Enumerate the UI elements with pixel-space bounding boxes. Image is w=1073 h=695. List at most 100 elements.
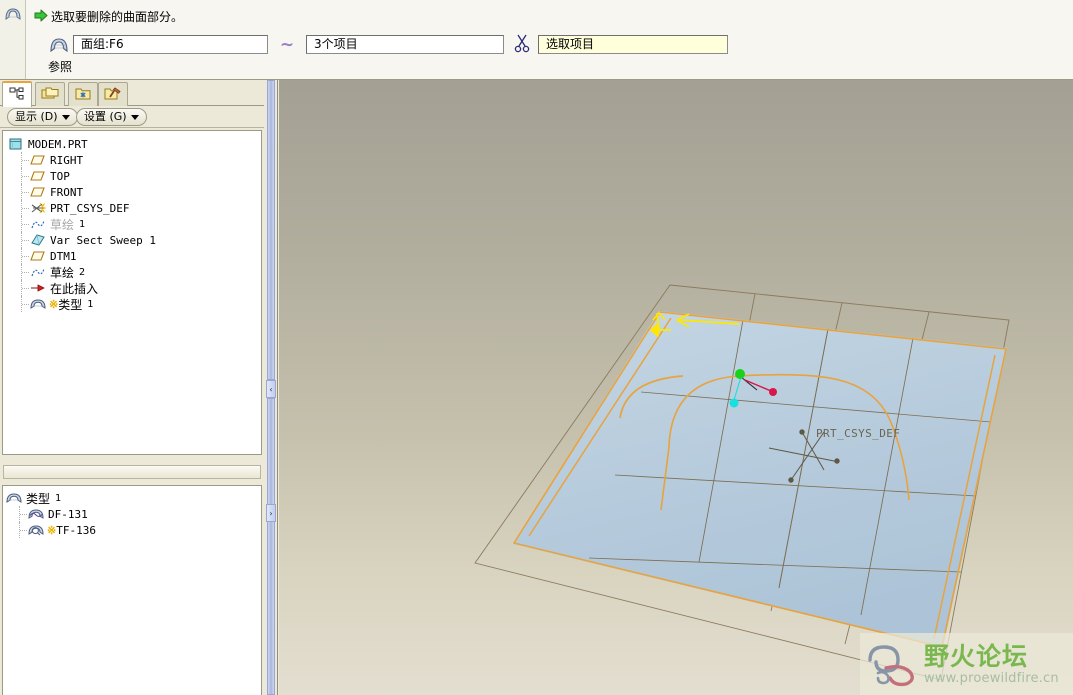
tree-item[interactable]: RIGHT <box>8 152 261 168</box>
chevron-down-icon <box>130 114 139 120</box>
navigator-button-bar: 显示 (D) 设置 (G) <box>0 106 264 128</box>
sketch-icon <box>30 265 46 279</box>
tree-item[interactable]: ※ 类型 1 <box>8 296 261 312</box>
tilde-icon: ∼ <box>279 34 295 55</box>
quilt-trim-icon <box>28 523 44 537</box>
panel-divider-strip[interactable] <box>3 465 261 479</box>
folder-hammer-icon <box>104 86 122 105</box>
tree-item-suffix: 2 <box>79 266 86 278</box>
tree-guide-line <box>21 184 30 200</box>
folder-star-icon <box>74 86 92 105</box>
insert-here-icon <box>30 281 46 295</box>
scissors-icon <box>512 33 532 56</box>
chevron-down-icon <box>61 114 70 120</box>
tree-item[interactable]: DTM1 <box>8 248 261 264</box>
collector-row: 面组:F6 ∼ 3个项目 选取项目 <box>48 33 728 56</box>
quilt-icon <box>4 5 22 26</box>
tree-item-label: MODEM.PRT <box>28 137 88 151</box>
tree-item[interactable]: Var Sect Sweep 1 <box>8 232 261 248</box>
tree-item[interactable]: DF-131 <box>6 506 261 522</box>
tree-item[interactable]: 草绘 1 <box>8 216 261 232</box>
datum-plane-icon <box>30 185 46 199</box>
quilt-icon <box>30 297 46 311</box>
tree-item[interactable]: 类型 1 <box>6 490 261 506</box>
items-collector-field[interactable]: 3个项目 <box>306 35 504 54</box>
tree-item-label: Var Sect Sweep 1 <box>50 233 156 247</box>
favorites-tab[interactable] <box>68 82 98 107</box>
vertical-splitter[interactable]: ‹ › <box>264 80 278 695</box>
tree-item-label: PRT_CSYS_DEF <box>50 201 130 215</box>
tree-item-label: DF-131 <box>48 507 88 521</box>
quilt-icon <box>6 491 22 505</box>
model-tree-tab[interactable] <box>2 81 32 107</box>
shaded-quilt <box>513 311 1007 648</box>
splitter-track-bottom[interactable] <box>267 398 275 695</box>
reference-label: 参照 <box>48 60 73 74</box>
panel-divider <box>0 457 264 485</box>
datum-plane-icon <box>30 169 46 183</box>
tree-guide-line <box>21 216 30 232</box>
tree-item-label: 草绘 <box>50 265 75 280</box>
tree-item-label: 草绘 <box>50 217 75 232</box>
pick-items-collector-field[interactable]: 选取项目 <box>538 35 728 54</box>
tree-guide-line <box>21 168 30 184</box>
settings-button-label: 设置 (G) <box>84 110 127 123</box>
quilt-curve-icon <box>28 507 44 521</box>
folders-icon <box>41 86 59 105</box>
tree-item[interactable]: 草绘 2 <box>8 264 261 280</box>
tree-item-label: 类型 <box>26 491 51 506</box>
tree-guide-line <box>21 152 30 168</box>
tree-item[interactable]: 在此插入 <box>8 280 261 296</box>
dashboard-panel: 选取要删除的曲面部分。 面组:F6 ∼ 3个项目 选取项目 参照 <box>0 0 1073 80</box>
splitter-collapse-left-button[interactable]: ‹ <box>266 380 276 398</box>
splitter-expand-right-button[interactable]: › <box>266 504 276 522</box>
tree-item-label: TOP <box>50 169 70 183</box>
tree-item[interactable]: FRONT <box>8 184 261 200</box>
sweep-icon <box>30 233 46 247</box>
tree-item-label: FRONT <box>50 185 84 199</box>
tree-item-suffix: 1 <box>79 218 86 230</box>
folder-browser-tab[interactable] <box>35 82 65 107</box>
show-button[interactable]: 显示 (D) <box>7 108 78 126</box>
tree-item[interactable]: TOP <box>8 168 261 184</box>
tree-item-marker: ※ <box>47 523 57 537</box>
tree-guide-line <box>21 296 30 312</box>
tree-item-label: DTM1 <box>50 249 77 263</box>
watermark-url: www.proewildfire.cn <box>924 670 1059 686</box>
forum-watermark: 野火论坛 www.proewildfire.cn <box>860 633 1073 695</box>
tree-item-label: 在此插入 <box>50 281 99 296</box>
watermark-title: 野火论坛 <box>924 641 1029 671</box>
datum-plane-icon <box>30 249 46 263</box>
tree-guide-line <box>19 522 28 538</box>
navigator-tabstrip <box>0 80 264 107</box>
model-tree-panel[interactable]: MODEM.PRT RIGHT TOP FRONT PRT_CSYS_DEF 草绘 1 Var… <box>2 130 262 455</box>
tree-guide-line <box>21 280 30 296</box>
tree-item[interactable]: ※ TF-136 <box>6 522 261 538</box>
graphics-viewport[interactable]: PRT_CSYS_DEF 野火论坛 www.proewildfire.cn <box>279 80 1073 695</box>
tree-guide-line <box>21 264 30 280</box>
watermark-logo-icon <box>864 640 920 688</box>
quilt-icon <box>48 35 70 55</box>
dashboard-left-rail <box>0 0 26 79</box>
dashboard-message: 选取要删除的曲面部分。 <box>34 8 183 25</box>
3d-model-scene <box>474 284 1010 681</box>
tree-guide-line <box>21 248 30 264</box>
tree-item-label: RIGHT <box>50 153 84 167</box>
tree-guide-line <box>21 200 30 216</box>
tree-item-label: 类型 <box>58 297 83 312</box>
datum-plane-icon <box>30 153 46 167</box>
hierarchy-icon <box>8 86 26 105</box>
csys-icon <box>30 201 47 215</box>
tools-tab[interactable] <box>98 82 128 107</box>
quilt-collector-field[interactable]: 面组:F6 <box>73 35 268 54</box>
tree-item-marker: ※ <box>49 297 59 311</box>
navigator-column: 显示 (D) 设置 (G) MODEM.PRT RIGHT TOP FRONT PRT_… <box>0 80 264 695</box>
sketch-icon <box>30 217 46 231</box>
tree-item-suffix: 1 <box>55 492 62 504</box>
tree-item[interactable]: MODEM.PRT <box>8 136 261 152</box>
tree-item[interactable]: PRT_CSYS_DEF <box>8 200 261 216</box>
splitter-track-top[interactable] <box>267 80 275 380</box>
show-button-label: 显示 (D) <box>15 110 58 123</box>
quilt-tree-panel[interactable]: 类型 1 DF-131 ※ TF-136 <box>2 485 262 695</box>
settings-button[interactable]: 设置 (G) <box>76 108 147 126</box>
